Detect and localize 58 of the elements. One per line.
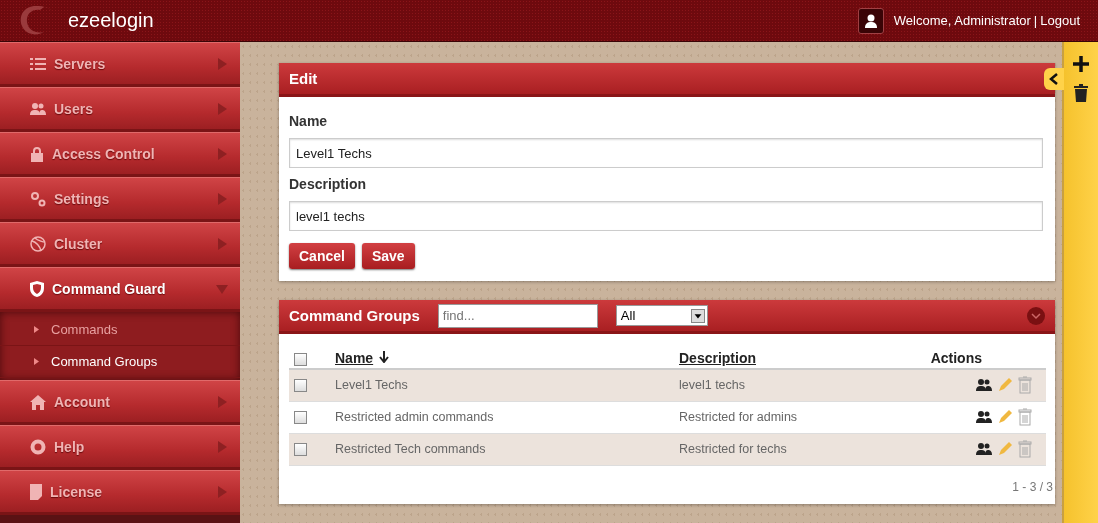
sidebar-item[interactable]: Help [0, 425, 240, 470]
sidebar-item[interactable]: Access Control [0, 132, 240, 177]
lifebuoy-icon [30, 438, 46, 455]
collapse-tab[interactable] [1044, 68, 1064, 90]
users-icon [30, 102, 46, 115]
cancel-button[interactable]: Cancel [289, 243, 355, 269]
bullet-icon [34, 326, 39, 333]
input-field[interactable]: Level1 Techs [289, 138, 1043, 168]
panel-title: Edit [289, 70, 318, 87]
house-icon [30, 393, 46, 410]
sidebar-item[interactable]: Account [0, 380, 240, 425]
checkbox[interactable] [294, 352, 307, 366]
brand-name: ezeelogin [68, 9, 155, 32]
avatar-icon[interactable] [857, 7, 884, 34]
chevron-left-icon [1049, 73, 1059, 85]
bullet-icon [34, 358, 39, 365]
collapse-icon[interactable] [1027, 306, 1045, 325]
table-cell: Restricted for admins [679, 401, 865, 433]
input-field[interactable]: level1 techs [289, 201, 1043, 231]
ball-icon [30, 235, 46, 252]
table-cell: level1 techs [679, 369, 865, 401]
welcome-text: Welcome, Administrator [893, 13, 1031, 28]
pencil-icon[interactable] [997, 409, 1013, 425]
trash-icon[interactable] [1074, 84, 1088, 102]
sidebar-item[interactable]: Users [0, 87, 240, 132]
pager-text: 1 - 3 / 3 [1012, 479, 1053, 494]
checkbox[interactable] [294, 443, 307, 457]
filter-dropdown[interactable]: All [615, 305, 708, 326]
sidebar-item[interactable]: Cluster [0, 222, 240, 267]
document-icon [30, 483, 42, 500]
users-icon[interactable] [976, 411, 992, 423]
plus-icon[interactable] [1073, 56, 1089, 72]
logout-link[interactable]: Logout [1040, 13, 1080, 28]
table-cell: Level1 Techs [335, 369, 679, 401]
sidebar-item[interactable]: License [0, 470, 240, 515]
lock-icon [30, 145, 44, 162]
list-icon [30, 57, 46, 70]
field-label: Name [289, 113, 329, 129]
users-icon[interactable] [976, 443, 992, 455]
column-header[interactable]: Name [335, 350, 374, 366]
checkbox[interactable] [294, 379, 307, 393]
separator: | [1033, 13, 1038, 28]
search-field[interactable]: find... [437, 303, 598, 328]
sidebar-item[interactable]: Servers [0, 42, 240, 87]
table-cell: Restricted for techs [679, 433, 865, 465]
sidebar-item[interactable]: Command Guard [0, 267, 240, 312]
column-header: Actions [930, 350, 982, 366]
panel-title: Command Groups [289, 307, 420, 324]
column-header[interactable]: Description [679, 350, 756, 366]
users-icon[interactable] [976, 379, 992, 392]
field-label: Description [289, 176, 367, 192]
checkbox[interactable] [294, 411, 307, 425]
table-cell: Restricted admin commands [335, 401, 679, 433]
shield-icon [30, 280, 44, 297]
save-button[interactable]: Save [361, 243, 415, 269]
table-cell: Restricted Tech commands [335, 433, 679, 465]
sidebar-item[interactable]: Settings [0, 177, 240, 222]
gears-icon [30, 190, 46, 207]
